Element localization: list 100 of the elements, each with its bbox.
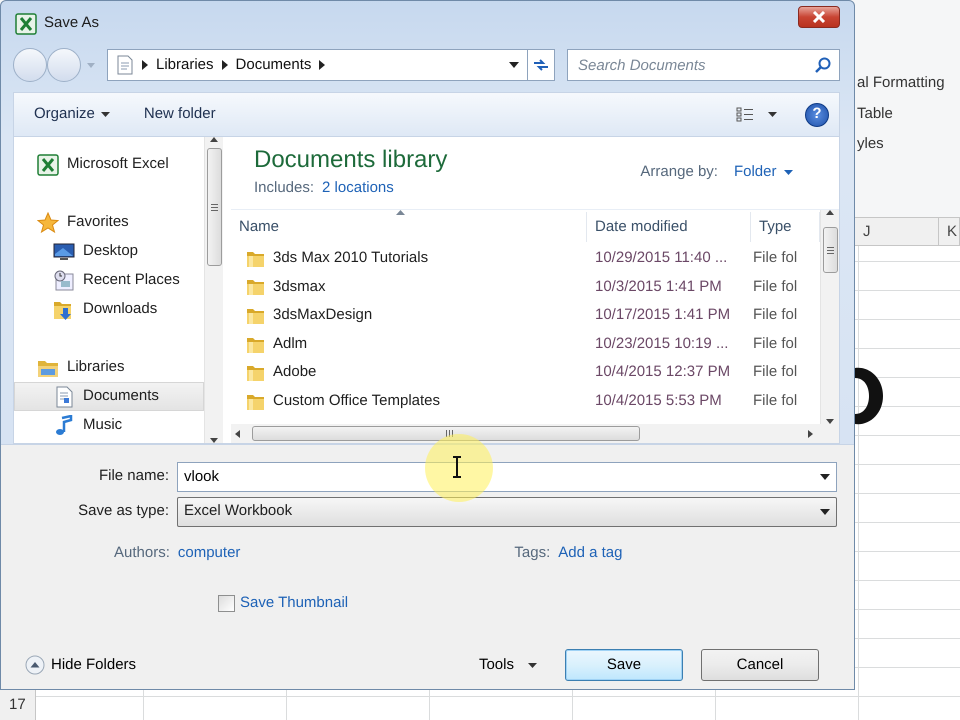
nav-item[interactable]: Libraries bbox=[14, 353, 204, 382]
file-name: 3ds Max 2010 Tutorials bbox=[273, 248, 428, 268]
ribbon-label[interactable]: Table bbox=[857, 102, 960, 125]
nav-item[interactable]: Recent Places bbox=[14, 266, 204, 295]
scrollbar[interactable] bbox=[204, 137, 223, 443]
ribbon-label[interactable]: yles bbox=[857, 133, 960, 156]
cancel-button[interactable]: Cancel bbox=[701, 649, 819, 681]
refresh-button[interactable] bbox=[527, 49, 555, 81]
field-label: Save as type: bbox=[77, 501, 170, 522]
breadcrumb[interactable]: Documents bbox=[236, 54, 312, 76]
date-modified: 10/29/2015 11:40 ... bbox=[594, 248, 728, 268]
back-button[interactable] bbox=[13, 48, 47, 82]
help-button[interactable]: ? bbox=[805, 102, 829, 126]
chevron-icon bbox=[319, 60, 326, 70]
recent-places-icon bbox=[53, 270, 75, 292]
column-header[interactable]: Date modified bbox=[587, 212, 751, 242]
nav-item[interactable]: Desktop bbox=[14, 237, 204, 266]
nav-item[interactable]: Downloads bbox=[14, 295, 204, 324]
folder-icon bbox=[246, 277, 265, 296]
nav-item[interactable]: Favorites bbox=[14, 208, 204, 237]
caret-icon bbox=[528, 662, 537, 668]
file-type: File fol bbox=[752, 305, 798, 326]
file-type: File fol bbox=[752, 334, 798, 354]
file-row[interactable]: 3ds Max 2010 Tutorials 10/29/2015 11:40 ... File fol bbox=[231, 244, 820, 273]
monitor-icon bbox=[53, 240, 75, 262]
dropdown-icon[interactable] bbox=[820, 474, 830, 480]
search-field[interactable]: Search Documents bbox=[576, 50, 815, 80]
file-name: Adlm bbox=[273, 334, 308, 354]
file-row[interactable]: 3dsMaxDesign 10/17/2015 1:41 PM File fol bbox=[231, 301, 820, 330]
dropdown-icon bbox=[820, 508, 830, 514]
window-title: Save As bbox=[44, 13, 100, 34]
grip-icon bbox=[446, 430, 453, 437]
search-box[interactable]: Search Documents bbox=[567, 49, 840, 81]
view-options-icon[interactable] bbox=[736, 106, 754, 122]
date-modified: 10/4/2015 12:37 PM bbox=[594, 362, 732, 382]
text-cursor-icon bbox=[452, 456, 462, 478]
date-modified: 10/3/2015 1:41 PM bbox=[594, 276, 723, 297]
address-bar[interactable]: Libraries Documents bbox=[107, 49, 528, 81]
new-folder-button[interactable]: New folder bbox=[134, 101, 226, 128]
file-row[interactable]: Custom Office Templates 10/4/2015 5:53 PM File fol bbox=[231, 386, 820, 416]
column-header[interactable]: K bbox=[939, 218, 960, 245]
dropdown-icon[interactable] bbox=[768, 112, 777, 117]
file-name: 3dsmax bbox=[273, 276, 326, 297]
file-row[interactable]: 3dsmax 10/3/2015 1:41 PM File fol bbox=[231, 272, 820, 302]
document-icon bbox=[116, 55, 134, 75]
search-icon bbox=[815, 57, 831, 73]
chevron-icon bbox=[222, 60, 228, 70]
close-icon bbox=[812, 10, 826, 22]
field-label: File name: bbox=[98, 466, 170, 486]
breadcrumb[interactable]: Libraries bbox=[156, 54, 214, 76]
scrollbar[interactable] bbox=[231, 424, 839, 443]
file-type: File fol bbox=[752, 362, 798, 382]
grip-icon bbox=[826, 246, 834, 254]
file-type-dropdown[interactable]: Excel Workbook bbox=[177, 496, 837, 526]
scroll-right-icon bbox=[808, 430, 813, 438]
checkbox-label[interactable]: Save Thumbnail bbox=[240, 592, 348, 614]
tags-label: Tags: bbox=[514, 542, 550, 563]
arrange-dropdown[interactable]: Folder bbox=[734, 161, 793, 184]
authors-label: Authors: bbox=[114, 542, 170, 563]
scroll-left-icon bbox=[235, 430, 240, 438]
forward-button[interactable] bbox=[47, 48, 81, 82]
nav-item[interactable]: Music bbox=[14, 411, 204, 440]
sort-icon bbox=[396, 210, 405, 215]
music-note-icon bbox=[53, 414, 75, 436]
file-name: Custom Office Templates bbox=[273, 391, 440, 412]
close-button[interactable] bbox=[798, 6, 840, 28]
folder-icon bbox=[246, 363, 265, 382]
grip-icon bbox=[210, 204, 218, 210]
file-row[interactable]: Adobe 10/4/2015 12:37 PM File fol bbox=[231, 358, 820, 387]
date-modified: 10/4/2015 5:53 PM bbox=[594, 391, 723, 412]
hide-folders-button[interactable]: Hide Folders bbox=[13, 654, 136, 676]
file-type: File fol bbox=[752, 248, 798, 268]
checkbox[interactable] bbox=[218, 594, 235, 612]
library-title: Documents library bbox=[254, 147, 448, 174]
scroll-up-icon bbox=[826, 210, 834, 215]
excel-icon bbox=[15, 12, 37, 34]
row-header[interactable]: 17 bbox=[0, 690, 36, 720]
column-header[interactable]: Name bbox=[231, 212, 587, 242]
add-tag-link[interactable]: Add a tag bbox=[558, 542, 622, 564]
excel-icon bbox=[37, 154, 59, 176]
collapse-icon bbox=[25, 655, 45, 675]
date-modified: 10/23/2015 10:19 ... bbox=[594, 334, 730, 354]
save-button[interactable]: Save bbox=[565, 649, 683, 681]
refresh-icon bbox=[532, 57, 550, 73]
tools-button[interactable]: Tools bbox=[478, 654, 537, 676]
locations-link[interactable]: 2 locations bbox=[322, 177, 394, 200]
file-name: Adobe bbox=[273, 362, 316, 382]
star-icon bbox=[37, 212, 59, 234]
organize-button[interactable]: Organize bbox=[24, 101, 120, 128]
chevron-icon bbox=[142, 60, 148, 70]
caret-icon bbox=[100, 112, 110, 117]
date-modified: 10/17/2015 1:41 PM bbox=[594, 305, 732, 326]
authors-link[interactable]: computer bbox=[178, 542, 240, 564]
scrollbar[interactable] bbox=[820, 210, 839, 424]
dropdown-icon[interactable] bbox=[509, 62, 519, 68]
ribbon-label[interactable]: al Formatting bbox=[857, 72, 960, 94]
file-row[interactable]: Adlm 10/23/2015 10:19 ... File fol bbox=[231, 330, 820, 358]
nav-item[interactable]: Microsoft Excel bbox=[14, 150, 204, 179]
file-type: File fol bbox=[752, 391, 798, 412]
nav-item[interactable]: Documents bbox=[14, 382, 204, 411]
